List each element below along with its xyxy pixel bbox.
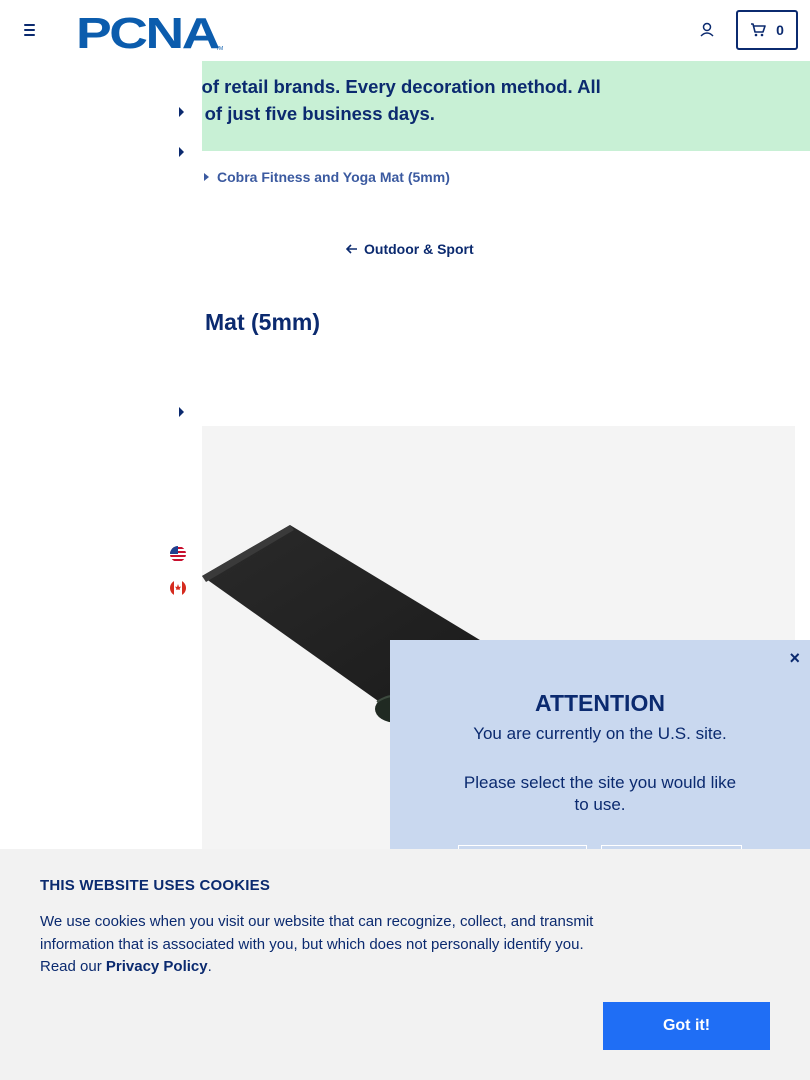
menu-icon[interactable] <box>18 20 40 40</box>
cart-count: 0 <box>776 22 784 38</box>
arrow-left-icon <box>346 244 357 254</box>
us-flag-icon[interactable] <box>170 546 186 562</box>
canada-flag-icon[interactable] <box>170 580 186 596</box>
site-select-modal: × ATTENTION You are currently on the U.S… <box>390 640 810 885</box>
cookie-text: We use cookies when you visit our websit… <box>40 911 605 979</box>
cookie-banner: THIS WEBSITE USES COOKIES We use cookies… <box>0 849 810 1080</box>
svg-text:PCNA: PCNA <box>76 10 219 52</box>
cookie-title: THIS WEBSITE USES COOKIES <box>40 877 271 894</box>
back-to-category-link[interactable]: Outdoor & Sport <box>346 241 474 257</box>
pcna-logo[interactable]: PCNA TM <box>76 10 224 52</box>
accept-cookies-button[interactable]: Got it! <box>603 1002 770 1050</box>
privacy-policy-link[interactable]: Privacy Policy <box>106 958 208 975</box>
close-icon[interactable]: × <box>789 648 800 669</box>
modal-current-site-text: You are currently on the U.S. site. <box>473 724 727 743</box>
cookie-period: . <box>207 958 212 975</box>
breadcrumb: Cobra Fitness and Yoga Mat (5mm) <box>204 169 450 185</box>
breadcrumb-caret-icon <box>204 173 209 181</box>
site-header: PCNA TM 0 <box>0 0 810 61</box>
menu-expand-caret[interactable] <box>179 147 184 157</box>
menu-expand-caret[interactable] <box>179 407 184 417</box>
modal-select-prompt: Please select the site you would like to… <box>463 773 737 814</box>
cart-icon <box>751 23 766 37</box>
modal-title: ATTENTION <box>535 690 665 716</box>
breadcrumb-current[interactable]: Cobra Fitness and Yoga Mat (5mm) <box>217 169 450 185</box>
svg-text:TM: TM <box>216 46 223 52</box>
menu-expand-caret[interactable] <box>179 107 184 117</box>
account-icon[interactable] <box>696 19 718 41</box>
cart-button[interactable]: 0 <box>736 10 798 50</box>
back-link-label: Outdoor & Sport <box>364 241 474 257</box>
